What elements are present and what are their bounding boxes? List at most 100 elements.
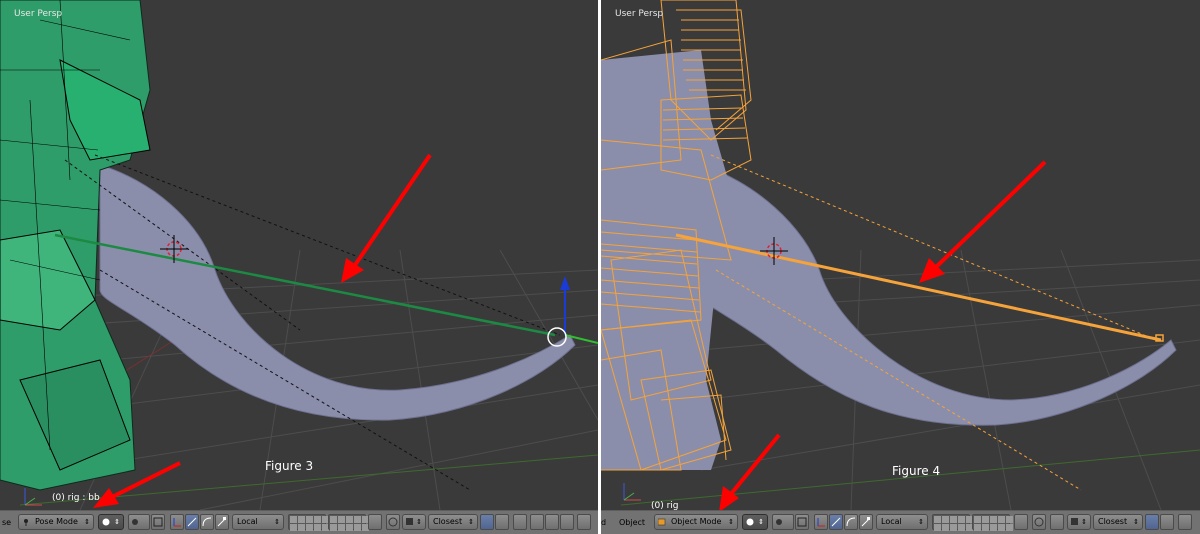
snap-project-button[interactable] xyxy=(495,514,509,530)
manipulator-toggle[interactable] xyxy=(814,514,828,530)
viewport-label: User Persp xyxy=(14,9,63,19)
layer-buttons-b[interactable] xyxy=(972,514,1013,531)
annotation-arrow-bottom xyxy=(719,433,781,510)
object-menu[interactable]: Object xyxy=(619,516,645,530)
figure-caption: Figure 3 xyxy=(265,459,314,473)
annotation-arrow xyxy=(341,153,432,283)
snap-target-selector[interactable]: Closest ⇕ xyxy=(428,514,478,530)
lock-layers-button[interactable] xyxy=(1014,514,1028,530)
opengl-render-button[interactable] xyxy=(577,514,591,530)
render-button[interactable] xyxy=(1178,514,1192,530)
translate-arrow-icon xyxy=(831,517,841,527)
annotation-arrow xyxy=(919,160,1047,283)
proportional-icon xyxy=(388,517,398,527)
rotate-button[interactable] xyxy=(844,514,858,530)
orientation-label: Local xyxy=(237,517,258,526)
snap-target-label: Closest xyxy=(1098,517,1128,526)
solid-shading-icon xyxy=(746,518,754,526)
updown-arrows-icon: ⇕ xyxy=(274,518,280,526)
snap-target-selector[interactable]: Closest ⇕ xyxy=(1093,514,1143,530)
status-text: (0) rig xyxy=(651,501,679,510)
rotate-arc-icon xyxy=(846,517,856,527)
pivot-point-button[interactable] xyxy=(128,514,150,530)
limit-selection-button[interactable] xyxy=(795,514,809,530)
axis-widget xyxy=(24,488,42,506)
updown-arrows-icon: ⇕ xyxy=(84,518,90,526)
annotation-arrow-bottom xyxy=(93,461,181,508)
figure-4-panel: User Persp Figure 4 (0) rig d Object Obj… xyxy=(601,0,1200,534)
snap-element-selector[interactable]: ⇕ xyxy=(402,514,426,530)
viewport-scene xyxy=(0,0,598,510)
3d-viewport[interactable]: User Persp Figure 3 (0) rig : bb_t xyxy=(0,0,598,510)
render-button[interactable] xyxy=(513,514,527,530)
head-mesh xyxy=(601,50,731,470)
layer-buttons-a[interactable] xyxy=(932,514,973,531)
mode-selector[interactable]: Object Mode ⇕ xyxy=(654,514,738,530)
snap-increment-icon xyxy=(1071,518,1078,525)
mode-selector[interactable]: Pose Mode ⇕ xyxy=(18,514,94,530)
updown-arrows-icon: ⇕ xyxy=(114,518,120,526)
proportional-falloff-button[interactable] xyxy=(1050,514,1064,530)
scale-button[interactable] xyxy=(859,514,873,530)
layer-buttons-a[interactable] xyxy=(288,514,329,531)
viewport-shading-selector[interactable]: ⇕ xyxy=(98,514,124,530)
viewport-header: se Pose Mode ⇕ ⇕ Local ⇕ ⇕ Closest ⇕ xyxy=(0,510,598,534)
proportional-edit-button[interactable] xyxy=(1032,514,1046,530)
rotate-button[interactable] xyxy=(200,514,214,530)
viewport-header: d Object Object Mode ⇕ ⇕ Local ⇕ ⇕ Close… xyxy=(601,510,1200,534)
snap-project-button[interactable] xyxy=(1160,514,1174,530)
grid-icon xyxy=(797,517,807,527)
pivot-icon xyxy=(132,519,138,525)
layer-buttons-b[interactable] xyxy=(328,514,369,531)
snap-align-button[interactable] xyxy=(480,514,494,530)
limit-selection-button[interactable] xyxy=(151,514,165,530)
updown-arrows-icon: ⇕ xyxy=(416,518,422,526)
snap-increment-icon xyxy=(406,518,413,525)
transform-orientation-selector[interactable]: Local ⇕ xyxy=(876,514,928,530)
3d-viewport[interactable]: User Persp Figure 4 (0) rig xyxy=(601,0,1200,510)
viewport-shading-selector[interactable]: ⇕ xyxy=(742,514,768,530)
grid-icon xyxy=(153,517,163,527)
rotate-arc-icon xyxy=(202,517,212,527)
axis-widget xyxy=(623,483,641,501)
figure-caption: Figure 4 xyxy=(892,464,941,478)
snap-align-button[interactable] xyxy=(1145,514,1159,530)
copy-pose-button[interactable] xyxy=(530,514,544,530)
snap-element-selector[interactable]: ⇕ xyxy=(1067,514,1091,530)
viewport-label: User Persp xyxy=(615,9,664,19)
updown-arrows-icon: ⇕ xyxy=(1133,518,1139,526)
snap-target-label: Closest xyxy=(433,517,463,526)
translate-button[interactable] xyxy=(185,514,199,530)
scale-button[interactable] xyxy=(215,514,229,530)
updown-arrows-icon: ⇕ xyxy=(1081,518,1087,526)
object-mode-icon xyxy=(658,518,666,526)
scale-icon xyxy=(217,517,226,527)
header-clipped-text: se xyxy=(2,518,12,527)
transform-manipulator[interactable] xyxy=(547,276,598,347)
viewport-scene xyxy=(601,0,1200,510)
tusk-mesh xyxy=(700,164,1177,426)
translate-arrow-icon xyxy=(187,517,197,527)
scale-icon xyxy=(861,517,870,527)
manipulator-icon xyxy=(173,518,181,527)
paste-flipped-pose-button[interactable] xyxy=(560,514,574,530)
figure-3-panel: User Persp Figure 3 (0) rig : bb_t se Po… xyxy=(0,0,598,534)
lock-layers-button[interactable] xyxy=(368,514,382,530)
pivot-point-button[interactable] xyxy=(772,514,794,530)
translate-button[interactable] xyxy=(829,514,843,530)
manipulator-toggle[interactable] xyxy=(170,514,184,530)
paste-pose-button[interactable] xyxy=(545,514,559,530)
updown-arrows-icon: ⇕ xyxy=(728,518,734,526)
mode-label: Pose Mode xyxy=(35,517,78,526)
solid-shading-icon xyxy=(102,518,110,526)
proportional-edit-button[interactable] xyxy=(386,514,400,530)
mode-label: Object Mode xyxy=(671,517,722,526)
updown-arrows-icon: ⇕ xyxy=(758,518,764,526)
pivot-icon xyxy=(776,519,782,525)
orientation-label: Local xyxy=(881,517,902,526)
header-clipped-text: d xyxy=(601,518,607,527)
proportional-icon xyxy=(1034,517,1044,527)
updown-arrows-icon: ⇕ xyxy=(468,518,474,526)
updown-arrows-icon: ⇕ xyxy=(918,518,924,526)
transform-orientation-selector[interactable]: Local ⇕ xyxy=(232,514,284,530)
